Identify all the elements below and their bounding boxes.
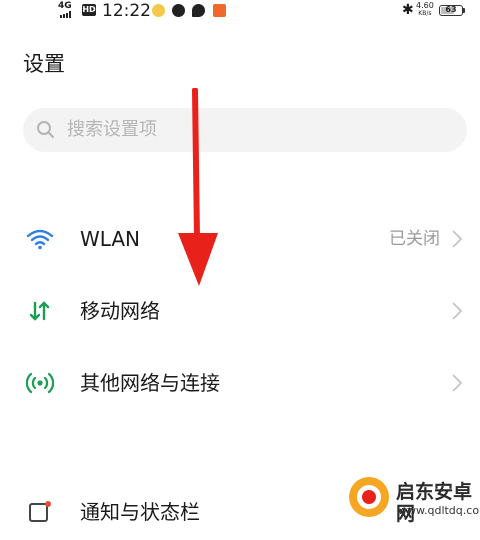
bluetooth-icon: ✱ [402,2,414,18]
network-speed: 4.60 KB/s [416,1,434,18]
network-type: 4G [58,1,72,11]
notification-icon [29,501,51,522]
settings-item-label: WLAN [80,227,141,251]
battery-tip [463,8,465,13]
chevron-right-icon [452,302,463,320]
chevron-right-icon [452,374,463,392]
hd-icon: HD [82,4,96,16]
app-badge-icon [213,4,226,17]
signal-icon [60,11,71,18]
app-notification-icon [152,4,165,17]
navigation-icon [172,4,185,17]
battery-level: 63 [445,5,457,14]
wlan-status: 已关闭 [389,229,440,249]
settings-item-label: 移动网络 [80,299,160,323]
search-icon [37,121,55,139]
watermark-url: www.qdltdq.com [398,504,480,517]
status-time: 12:22 [102,1,151,21]
annotation-arrow [178,88,218,286]
settings-item-label: 通知与状态栏 [80,500,200,524]
search-bar[interactable]: 搜索设置项 [23,108,467,152]
search-placeholder: 搜索设置项 [67,119,157,140]
page-title: 设置 [23,52,65,76]
watermark: 启东安卓网 www.qdltdq.com [340,468,480,525]
message-icon [192,4,205,17]
chevron-right-icon [452,230,463,248]
settings-item-other-connections[interactable]: 其他网络与连接 [0,355,480,411]
settings-item-label: 其他网络与连接 [80,371,220,395]
wifi-icon [26,229,54,250]
settings-item-mobile-network[interactable]: 移动网络 [0,283,480,339]
status-bar: 4G HD 12:22 ✱ 4.60 KB/s 63 [0,0,480,24]
watermark-name: 启东安卓网 [396,481,473,525]
watermark-logo-icon [349,477,389,517]
mobile-data-icon [29,301,50,321]
battery-icon: 63 [439,5,463,16]
connection-icon [26,372,54,394]
settings-item-wlan[interactable]: WLAN 已关闭 [0,211,480,267]
